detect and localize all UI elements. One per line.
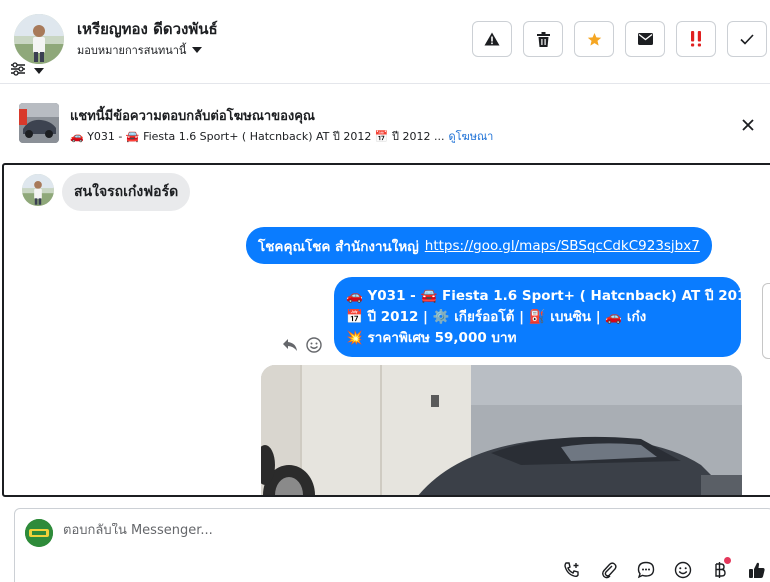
ad-thumbnail[interactable] [19,103,59,143]
location-text: โชคคุณโชค สำนักงานใหญ่ [258,238,419,255]
sender-avatar [22,174,54,206]
ad-reply-banner: แชทนี้มีข้อความตอบกลับต่อโฆษณาของคุณ 🚗 Y… [0,85,770,163]
reply-icon[interactable] [282,337,298,356]
star-button[interactable] [574,21,614,57]
ad-summary: 🚗 Y031 - 🚘 Fiesta 1.6 Sport+ ( Hatcnback… [70,130,445,143]
trash-icon [536,31,550,47]
envelope-icon [637,33,653,45]
double-exclamation-icon [691,31,701,47]
delete-button[interactable] [523,21,563,57]
phone-plus-icon[interactable] [559,557,585,582]
outgoing-message-location: โชคคุณโชค สำนักงานใหญ่ https://goo.gl/ma… [246,227,712,264]
smiley-icon[interactable] [306,337,322,357]
reply-input[interactable] [63,523,663,538]
smiley-icon[interactable] [670,557,696,582]
chevron-down-icon [34,67,44,74]
move-to-spam-button[interactable] [676,21,716,57]
assign-conversation-dropdown[interactable]: มอบหมายการสนทนานี้ [77,41,203,59]
alert-triangle-icon [484,32,500,46]
chat-bubble-icon[interactable] [633,557,659,582]
chevron-down-icon [192,47,203,53]
checkmark-icon [740,33,754,45]
sliders-icon [10,61,26,80]
outgoing-message-car-details: 🚗 Y031 - 🚘 Fiesta 1.6 Sport+ ( Hatcnback… [334,277,756,357]
contact-name[interactable]: เหรียญทอง ดีดวงพันธ์ [77,17,218,41]
contact-avatar[interactable] [14,14,64,64]
close-icon [742,119,754,131]
composer-toolbar [559,557,770,582]
thumbs-up-icon[interactable] [744,557,770,582]
ad-banner-title: แชทนี้มีข้อความตอบกลับต่อโฆษณาของคุณ [70,109,315,124]
mark-done-button[interactable] [727,21,767,57]
conversation-toolbar [472,21,767,57]
message-thread: สนใจรถเก๋งฟอร์ด โชคคุณโชค สำนักงานใหญ่ h… [2,163,770,497]
car-details-line: 💥 ราคาพิเศษ 59,000 บาท [346,330,517,346]
page-avatar [25,519,53,547]
car-photo[interactable] [261,365,742,495]
mark-suspicious-button[interactable] [472,21,512,57]
view-ad-link[interactable]: ดูโฆษณา [449,127,494,145]
car-details-line: 📅 ปี 2012 | ⚙️ เกียร์ออโต้ | ⛽ เบนซิน | … [346,309,647,325]
close-banner-button[interactable] [736,113,760,137]
conversation-header: เหรียญทอง ดีดวงพันธ์ มอบหมายการสนทนานี้ [0,0,770,84]
incoming-message: สนใจรถเก๋งฟอร์ด [62,173,191,211]
mark-unread-button[interactable] [625,21,665,57]
assign-label: มอบหมายการสนทนานี้ [77,44,187,57]
paperclip-icon[interactable] [596,557,622,582]
notification-dot [724,557,731,564]
reply-composer [14,508,770,582]
baht-icon[interactable] [707,557,733,582]
map-link[interactable]: https://goo.gl/maps/SBSqcCdkC923sjbx7 [425,238,700,254]
label-filter-dropdown[interactable] [10,61,44,80]
car-details-line: 🚗 Y031 - 🚘 Fiesta 1.6 Sport+ ( Hatcnback… [346,288,756,304]
star-icon [587,32,601,46]
scroll-peek-panel [762,283,770,359]
ad-banner-subtitle: 🚗 Y031 - 🚘 Fiesta 1.6 Sport+ ( Hatcnback… [70,127,493,145]
